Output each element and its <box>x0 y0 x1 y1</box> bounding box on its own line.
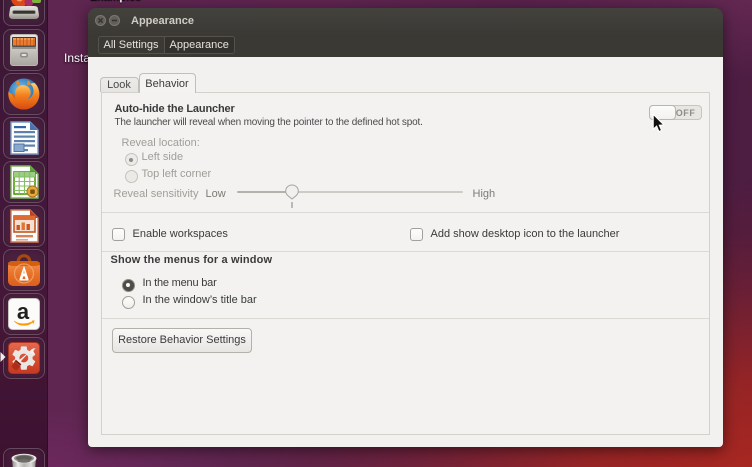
svg-text:a: a <box>17 299 30 324</box>
